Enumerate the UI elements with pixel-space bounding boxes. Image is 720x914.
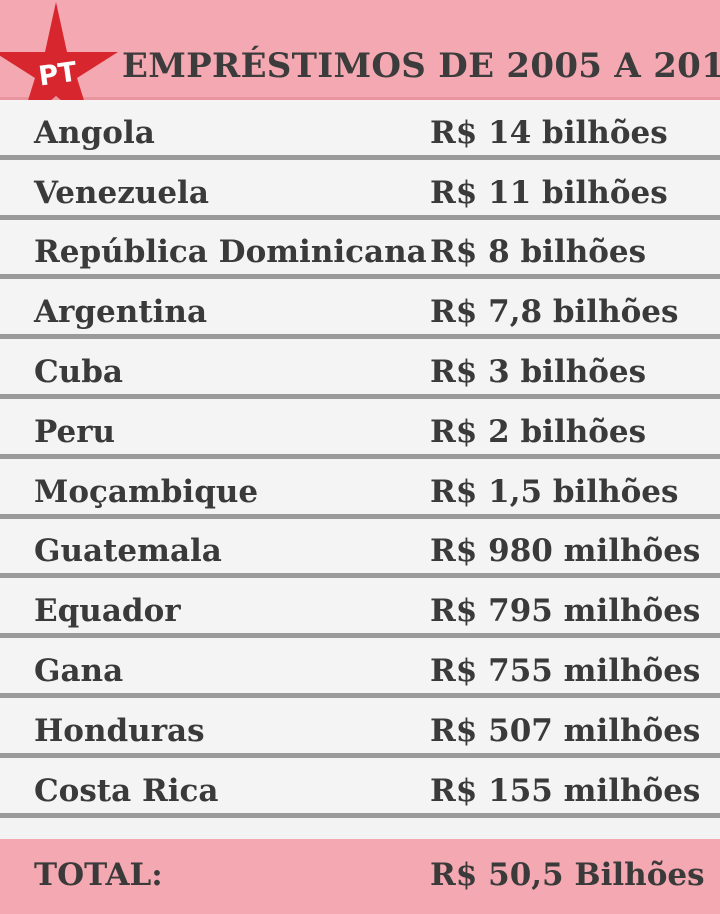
- total-label: TOTAL:: [34, 857, 163, 893]
- country-name: Moçambique: [34, 473, 259, 510]
- loan-amount: R$ 2 bilhões: [430, 413, 647, 450]
- table-row: República Dominicana R$ 8 bilhões: [0, 219, 720, 280]
- loan-rows: Angola R$ 14 bilhões Venezuela R$ 11 bilhõe…: [0, 100, 720, 818]
- total-value: R$ 50,5 Bilhões: [430, 857, 705, 893]
- loan-amount: R$ 980 milhões: [430, 533, 701, 570]
- country-name: Honduras: [34, 712, 205, 749]
- table-row: Argentina R$ 7,8 bilhões: [0, 279, 720, 340]
- table-row: Cuba R$ 3 bilhões: [0, 339, 720, 399]
- loan-amount: R$ 3 bilhões: [430, 353, 647, 390]
- country-name: Guatemala: [34, 533, 222, 570]
- loan-amount: R$ 7,8 bilhões: [430, 294, 679, 331]
- table-row: Honduras R$ 507 milhões: [0, 697, 720, 758]
- loan-amount: R$ 1,5 bilhões: [430, 473, 679, 510]
- country-name: Equador: [34, 593, 181, 630]
- country-name: Venezuela: [34, 174, 209, 211]
- logo-text: PT: [37, 56, 80, 92]
- table-row: Guatemala R$ 980 milhões: [0, 518, 720, 579]
- table-row: Moçambique R$ 1,5 bilhões: [0, 458, 720, 519]
- loan-amount: R$ 11 bilhões: [430, 174, 668, 211]
- loan-amount: R$ 507 milhões: [430, 712, 701, 749]
- country-name: Gana: [34, 652, 124, 689]
- total-row: TOTAL: R$ 50,5 Bilhões: [0, 839, 720, 914]
- table-row: Venezuela R$ 11 bilhões: [0, 159, 720, 220]
- country-name: Cuba: [34, 353, 123, 390]
- country-name: Costa Rica: [34, 772, 219, 809]
- loan-amount: R$ 8 bilhões: [430, 234, 647, 271]
- table-row: Angola R$ 14 bilhões: [0, 100, 720, 160]
- table-row: Costa Rica R$ 155 milhões: [0, 757, 720, 818]
- loan-amount: R$ 155 milhões: [430, 772, 701, 809]
- table-row: Gana R$ 755 milhões: [0, 638, 720, 698]
- country-name: Peru: [34, 413, 116, 450]
- country-name: Argentina: [34, 294, 208, 331]
- loan-amount: R$ 795 milhões: [430, 593, 701, 630]
- country-name: República Dominicana: [34, 234, 427, 271]
- loan-amount: R$ 14 bilhões: [430, 114, 668, 151]
- country-name: Angola: [34, 114, 155, 151]
- page-title: EMPRÉSTIMOS DE 2005 A 2014: [122, 46, 720, 86]
- loan-amount: R$ 755 milhões: [430, 652, 701, 689]
- table-row: Equador R$ 795 milhões: [0, 578, 720, 639]
- table-row: Peru R$ 2 bilhões: [0, 398, 720, 459]
- loan-table-page: EMPRÉSTIMOS DE 2005 A 2014 PT Angola R$ 1…: [0, 0, 720, 914]
